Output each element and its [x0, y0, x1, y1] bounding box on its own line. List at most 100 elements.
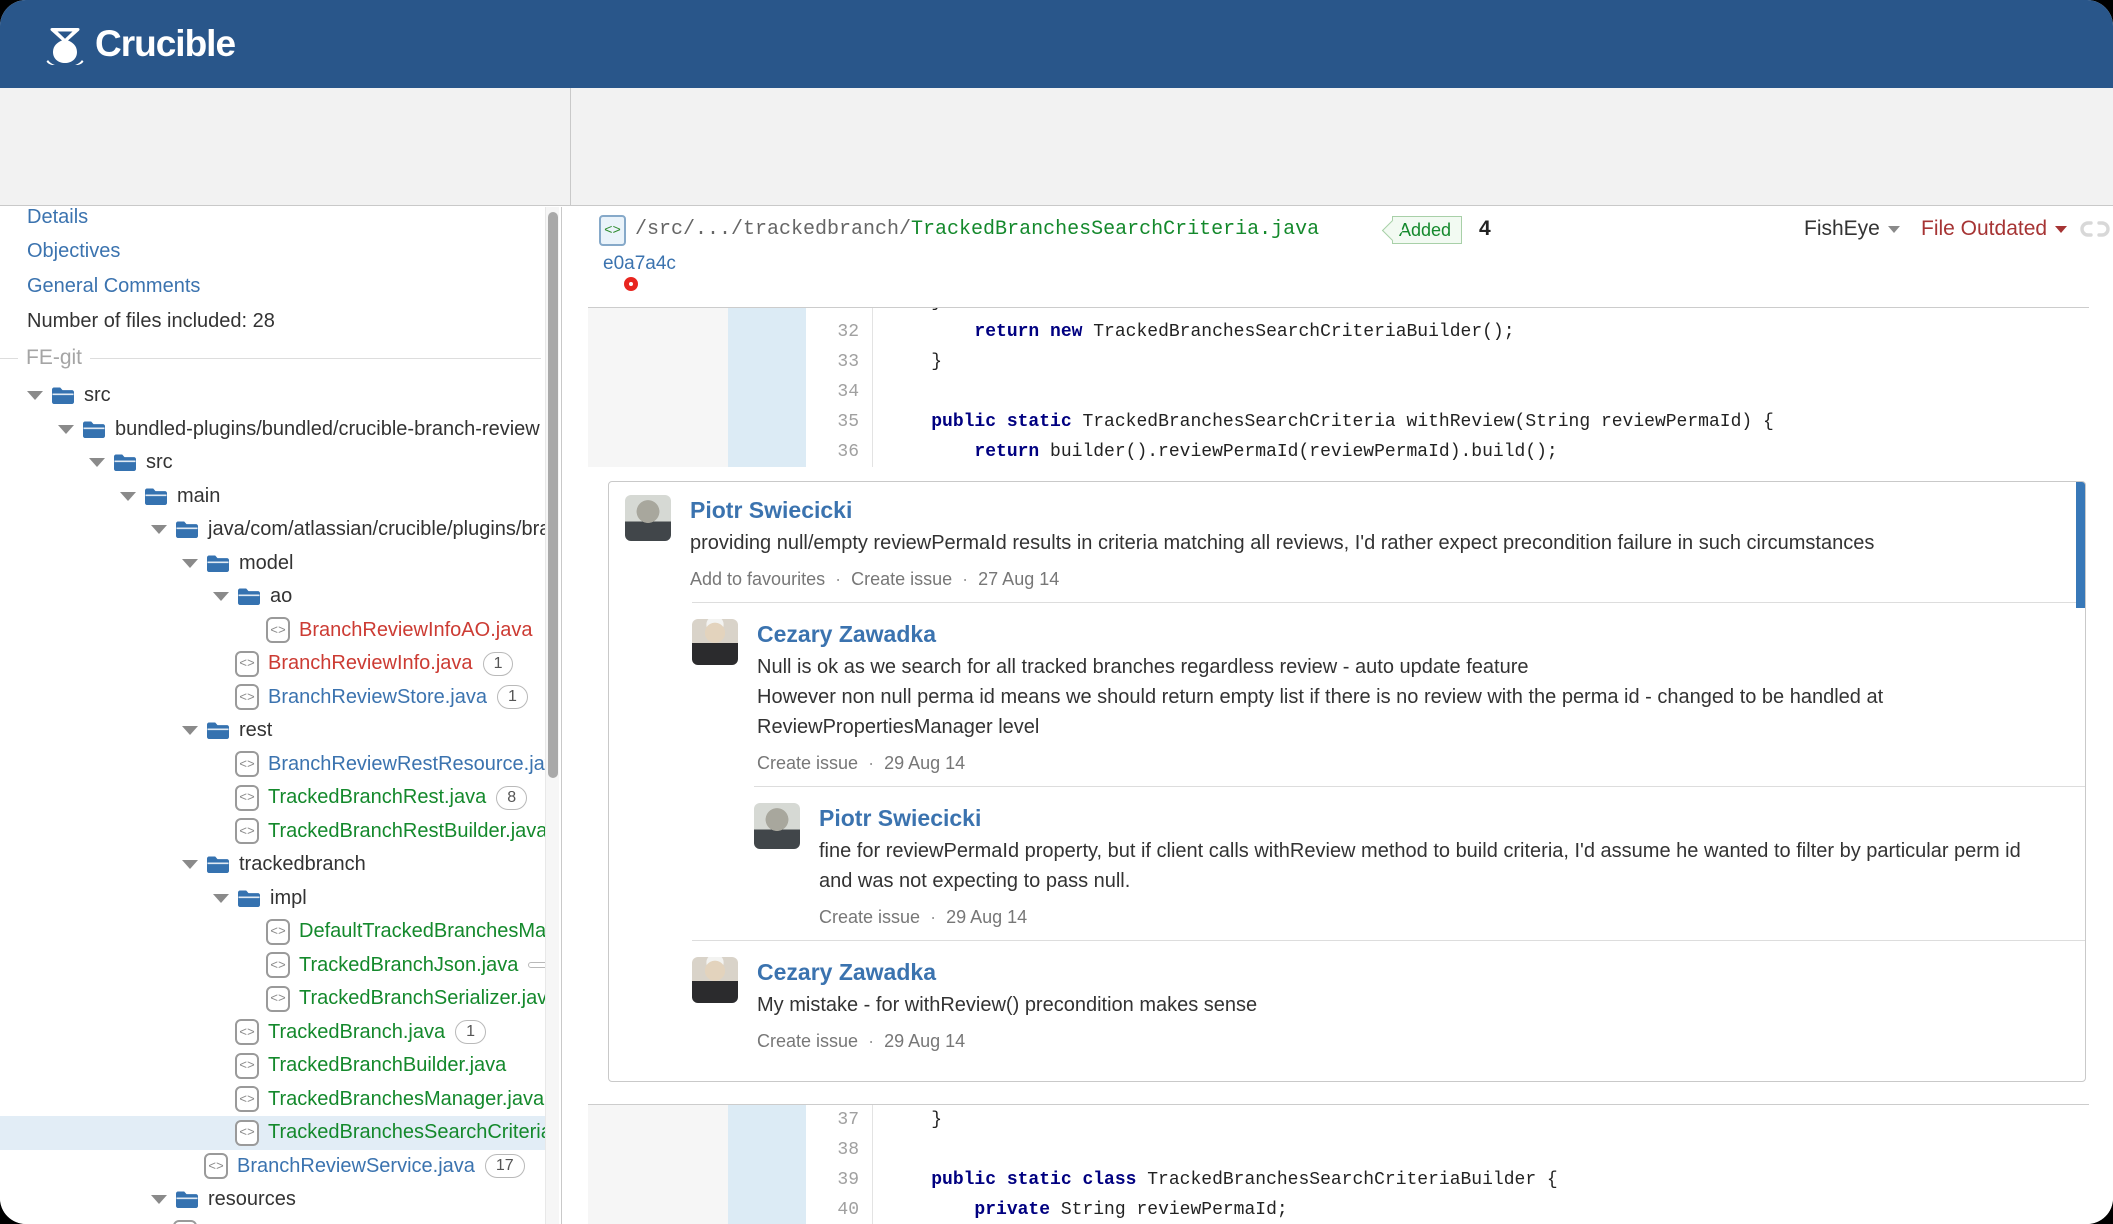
- tree-file-label: BranchReviewService.java: [237, 1154, 475, 1177]
- comment-thread: Piotr Swiecicki providing null/empty revi…: [608, 481, 2086, 1082]
- file-outdated-caret: [2055, 225, 2068, 233]
- footer-separator: ·: [868, 753, 875, 773]
- added-revision-column: [728, 377, 806, 407]
- comment-body: Piotr Swiecicki providing null/empty revi…: [690, 495, 2069, 590]
- avatar: [754, 803, 800, 849]
- line-number[interactable]: 40: [806, 1195, 873, 1224]
- tree-file-TrackedBranchBuilder.java[interactable]: <> TrackedBranchBuilder.java: [0, 1049, 545, 1083]
- tree-folder-impl[interactable]: impl: [0, 882, 545, 916]
- comment-action-create-issue[interactable]: Create issue: [819, 907, 920, 928]
- tree-file-TrackedBranchRest.java[interactable]: <> TrackedBranchRest.java 8: [0, 781, 545, 815]
- comment-gutter[interactable]: [588, 407, 728, 437]
- tree-file-TrackedBranchesSearchCriteria.java[interactable]: <> TrackedBranchesSearchCriteria.java: [0, 1116, 545, 1150]
- line-number[interactable]: 39: [806, 1165, 873, 1195]
- comment-action-create-issue[interactable]: Create issue: [757, 1031, 858, 1052]
- comment-gutter[interactable]: [588, 1195, 728, 1224]
- tree-file-BranchReviewInfo.java[interactable]: <> BranchReviewInfo.java 1: [0, 647, 545, 681]
- comment-author-link[interactable]: Cezary Zawadka: [757, 619, 936, 649]
- code-file-icon: <>: [266, 952, 290, 979]
- tree-folder-trackedbranch[interactable]: trackedbranch: [0, 848, 545, 882]
- tree-expand-arrow-icon[interactable]: [213, 893, 229, 903]
- tree-file-BranchReviewInfoAO.java[interactable]: <> BranchReviewInfoAO.java: [0, 614, 545, 648]
- tree-file-DefaultTrackedBranchesManager.java[interactable]: <> DefaultTrackedBranchesManager.java: [0, 915, 545, 949]
- fisheye-dropdown[interactable]: FishEye: [1804, 217, 1900, 241]
- sidebar-link-general-comments[interactable]: General Comments: [0, 269, 561, 304]
- tree-folder-ao[interactable]: ao: [0, 580, 545, 614]
- tree-folder-model[interactable]: model: [0, 547, 545, 581]
- tree-folder-resources[interactable]: resources: [0, 1183, 545, 1217]
- repo-label: FE-git: [26, 346, 83, 369]
- tree-folder-java/com/atlassian/crucible/plugins/branchreview[interactable]: java/com/atlassian/crucible/plugins/bran…: [0, 513, 545, 547]
- tree-folder-label: rest: [239, 719, 273, 742]
- comment-date: 29 Aug 14: [884, 1031, 966, 1051]
- tree-file-TrackedBranchesManager.java[interactable]: <> TrackedBranchesManager.java: [0, 1083, 545, 1117]
- sidebar-link-details[interactable]: Details: [0, 207, 561, 235]
- tree-file-TrackedBranchJson.java[interactable]: <> TrackedBranchJson.java: [0, 949, 545, 983]
- line-number[interactable]: 38: [806, 1135, 873, 1165]
- sidebar-scrollbar[interactable]: [545, 207, 559, 1224]
- tree-file-cut-item[interactable]: <>: [0, 1217, 545, 1224]
- tree-expand-arrow-icon[interactable]: [89, 458, 105, 468]
- line-number[interactable]: 33: [806, 347, 873, 377]
- tree-expand-arrow-icon[interactable]: [182, 558, 198, 568]
- comment-gutter[interactable]: [588, 317, 728, 347]
- line-number[interactable]: 37: [806, 1105, 873, 1135]
- tree-expand-arrow-icon[interactable]: [151, 525, 167, 535]
- tree-expand-arrow-icon[interactable]: [213, 592, 229, 602]
- tree-expand-arrow-icon[interactable]: [27, 391, 43, 401]
- tree-folder-label: resources: [208, 1188, 296, 1211]
- comment-gutter[interactable]: [588, 308, 728, 317]
- topbar-divider: [570, 88, 571, 206]
- tree-expand-arrow-icon[interactable]: [151, 1195, 167, 1205]
- tree-expand-arrow-icon[interactable]: [182, 860, 198, 870]
- code-file-icon: <>: [173, 1220, 197, 1224]
- comment-action-create-issue[interactable]: Create issue: [851, 569, 952, 590]
- code-file-icon: <>: [235, 1019, 259, 1046]
- comment-gutter[interactable]: [588, 1105, 728, 1135]
- tree-folder-main[interactable]: main: [0, 480, 545, 514]
- sidebar-scrollbar-thumb[interactable]: [548, 212, 558, 778]
- tree-folder-src[interactable]: src: [0, 446, 545, 480]
- tree-file-TrackedBranch.java[interactable]: <> TrackedBranch.java 1: [0, 1016, 545, 1050]
- tree-file-BranchReviewService.java[interactable]: <> BranchReviewService.java 17: [0, 1150, 545, 1184]
- comment-author-link[interactable]: Cezary Zawadka: [757, 957, 936, 987]
- tree-folder-label: bundled-plugins/bundled/crucible-branch-…: [115, 417, 540, 440]
- sidebar-link-objectives[interactable]: Objectives: [0, 235, 561, 270]
- tree-file-BranchReviewStore.java[interactable]: <> BranchReviewStore.java 1: [0, 681, 545, 715]
- comment-gutter[interactable]: [588, 347, 728, 377]
- comment-gutter[interactable]: [588, 437, 728, 467]
- comment-action-add-to-favourites[interactable]: Add to favourites: [690, 569, 825, 590]
- tree-expand-arrow-icon[interactable]: [58, 424, 74, 434]
- tree-folder-label: impl: [270, 886, 307, 909]
- revision-link[interactable]: e0a7a4c: [603, 253, 676, 275]
- code-line-34: 34: [588, 377, 2089, 407]
- comment-footer: Add to favourites · Create issue · 27 Aug 14: [690, 569, 2069, 590]
- crucible-logo[interactable]: Crucible: [44, 22, 236, 66]
- tree-folder-src[interactable]: src: [0, 379, 545, 413]
- annotation-circle: [624, 277, 638, 291]
- comment-gutter[interactable]: [588, 1165, 728, 1195]
- permalink-icon[interactable]: [2080, 218, 2110, 240]
- tree-file-BranchReviewRestResource.java[interactable]: <> BranchReviewRestResource.java: [0, 748, 545, 782]
- folder-icon: [238, 588, 260, 606]
- tree-folder-rest[interactable]: rest: [0, 714, 545, 748]
- tree-expand-arrow-icon[interactable]: [120, 491, 136, 501]
- file-outdated-dropdown[interactable]: File Outdated: [1921, 217, 2068, 241]
- line-number[interactable]: 34: [806, 377, 873, 407]
- comment-gutter[interactable]: [588, 377, 728, 407]
- tree-expand-arrow-icon[interactable]: [182, 726, 198, 736]
- line-number[interactable]: 32: [806, 317, 873, 347]
- comment-3: Piotr Swiecicki fine for reviewPermaId pr…: [754, 786, 2085, 940]
- folder-icon: [238, 890, 260, 907]
- file-path-prefix: /src/.../trackedbranch/: [635, 218, 912, 241]
- comment-author-link[interactable]: Piotr Swiecicki: [690, 495, 852, 525]
- line-number[interactable]: 35: [806, 407, 873, 437]
- comment-gutter[interactable]: [588, 1135, 728, 1165]
- tree-file-TrackedBranchRestBuilder.java[interactable]: <> TrackedBranchRestBuilder.java: [0, 815, 545, 849]
- fisheye-label: FishEye: [1804, 217, 1880, 240]
- comment-author-link[interactable]: Piotr Swiecicki: [819, 803, 981, 833]
- tree-folder-bundled-plugins/bundled/crucible-branch-review[interactable]: bundled-plugins/bundled/crucible-branch-…: [0, 413, 545, 447]
- tree-file-TrackedBranchSerializer.java[interactable]: <> TrackedBranchSerializer.java: [0, 982, 545, 1016]
- line-number[interactable]: 36: [806, 437, 873, 467]
- comment-action-create-issue[interactable]: Create issue: [757, 753, 858, 774]
